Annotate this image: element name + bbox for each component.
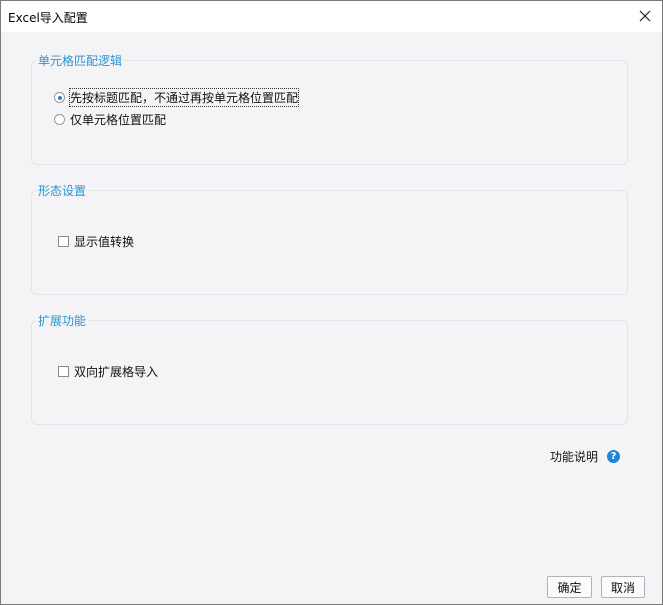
checkbox-display-value-convert[interactable]: 显示值转换 [58, 233, 134, 250]
excel-import-config-dialog: Excel导入配置 单元格匹配逻辑 先按标题匹配，不通过再按单元格位置匹配 仅单… [0, 0, 663, 605]
display-settings-legend: 形态设置 [38, 184, 87, 198]
window-title: Excel导入配置 [8, 11, 88, 25]
radio-button-checked[interactable] [54, 92, 65, 103]
checkbox-box[interactable] [58, 366, 69, 377]
radio-match-by-position[interactable]: 仅单元格位置匹配 [54, 111, 166, 128]
feature-help: 功能说明 ? [550, 448, 621, 465]
checkbox-display-value-convert-label: 显示值转换 [74, 235, 135, 249]
checkbox-box[interactable] [58, 236, 69, 247]
extension-legend: 扩展功能 [38, 314, 87, 328]
checkbox-bidirectional-expand-import-label: 双向扩展格导入 [74, 365, 159, 379]
cancel-button[interactable]: 取消 [601, 576, 645, 598]
titlebar: Excel导入配置 [1, 1, 662, 32]
cell-match-group: 单元格匹配逻辑 [31, 52, 628, 165]
feature-help-label: 功能说明 [550, 450, 599, 464]
checkbox-bidirectional-expand-import[interactable]: 双向扩展格导入 [58, 363, 158, 380]
ok-button[interactable]: 确定 [547, 576, 592, 598]
radio-button[interactable] [54, 114, 65, 125]
cell-match-legend: 单元格匹配逻辑 [38, 54, 123, 68]
radio-match-by-title[interactable]: 先按标题匹配，不通过再按单元格位置匹配 [54, 88, 300, 107]
radio-match-by-position-label: 仅单元格位置匹配 [70, 113, 167, 127]
question-circle-icon[interactable]: ? [607, 450, 621, 463]
radio-match-by-title-label: 先按标题匹配，不通过再按单元格位置匹配 [68, 88, 300, 107]
close-icon[interactable] [636, 7, 654, 25]
